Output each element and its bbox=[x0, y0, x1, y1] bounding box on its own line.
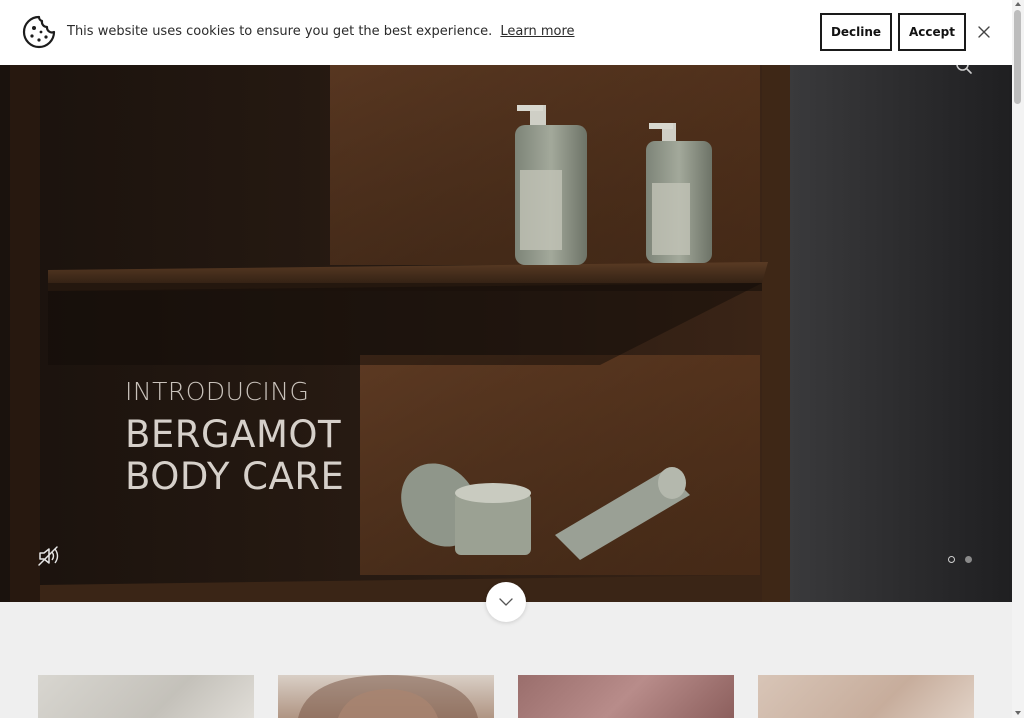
category-card-4[interactable] bbox=[758, 675, 974, 718]
cookie-icon bbox=[22, 15, 56, 49]
category-card-2[interactable] bbox=[278, 675, 494, 718]
scroll-up-arrow-icon[interactable] bbox=[1015, 2, 1021, 6]
hero-eyebrow: INTRODUCING bbox=[125, 377, 310, 406]
accept-button[interactable]: Accept bbox=[898, 13, 966, 51]
scroll-down-arrow-icon[interactable] bbox=[1015, 711, 1021, 715]
close-icon[interactable] bbox=[975, 23, 993, 41]
slide-dot-2[interactable] bbox=[965, 556, 972, 563]
hero-title-line-1: BERGAMOT bbox=[125, 413, 342, 456]
cookie-message-text: This website uses cookies to ensure you … bbox=[67, 24, 493, 39]
page-scrollbar[interactable] bbox=[1012, 0, 1024, 718]
slide-indicator bbox=[948, 556, 972, 563]
card-image-face bbox=[298, 675, 478, 718]
category-card-3[interactable] bbox=[518, 675, 734, 718]
cookie-banner: This website uses cookies to ensure you … bbox=[0, 0, 1012, 65]
mute-icon[interactable] bbox=[37, 545, 61, 567]
learn-more-link[interactable]: Learn more bbox=[500, 24, 574, 39]
chevron-down-icon bbox=[499, 598, 513, 606]
decline-button[interactable]: Decline bbox=[820, 13, 892, 51]
search-icon[interactable] bbox=[955, 65, 973, 75]
hero-banner: INTRODUCING BERGAMOT BODY CARE bbox=[0, 65, 1012, 602]
hero-image bbox=[0, 65, 1012, 602]
category-card-1[interactable] bbox=[38, 675, 254, 718]
scrollbar-thumb[interactable] bbox=[1014, 10, 1021, 104]
slide-dot-1[interactable] bbox=[948, 556, 955, 563]
hero-title-line-2: BODY CARE bbox=[125, 455, 345, 498]
hero-headline: INTRODUCING BERGAMOT BODY CARE bbox=[125, 378, 344, 498]
cookie-message: This website uses cookies to ensure you … bbox=[67, 24, 575, 39]
scroll-down-button[interactable] bbox=[486, 582, 526, 622]
